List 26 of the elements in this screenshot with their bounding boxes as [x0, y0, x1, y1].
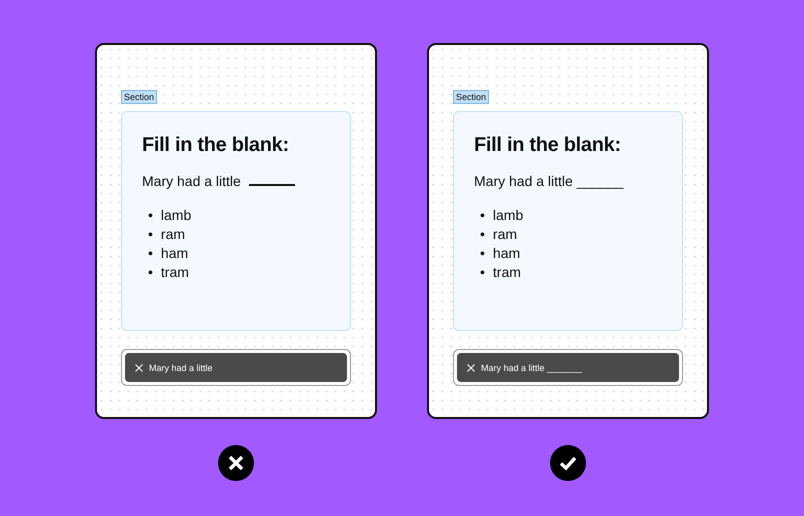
option-text: ram: [160, 225, 186, 244]
toast-text: Mary had a little _______: [481, 362, 582, 372]
close-icon[interactable]: [467, 364, 475, 372]
question-text: Mary had a little ______: [474, 173, 624, 189]
question-text: Mary had a little: [142, 173, 241, 189]
question-title: Fill in the blank:: [474, 134, 622, 157]
option-text: lamb: [492, 206, 524, 225]
bullet: •: [148, 244, 153, 263]
toast-text: Mary had a little: [149, 362, 213, 372]
bullet: •: [480, 263, 485, 282]
option-text: lamb: [160, 206, 192, 225]
option-text: tram: [160, 263, 189, 282]
close-icon[interactable]: [135, 364, 143, 372]
option-text: ram: [492, 225, 518, 244]
option-text: ham: [160, 244, 188, 263]
bullet: •: [148, 206, 153, 225]
question-title: Fill in the blank:: [142, 134, 290, 157]
section-label: Section: [453, 90, 490, 104]
bullet: •: [148, 225, 153, 244]
bullet: •: [148, 263, 153, 282]
bullet: •: [480, 206, 485, 225]
section-label: Section: [121, 90, 158, 104]
bullet: •: [480, 244, 485, 263]
bullet: •: [480, 225, 485, 244]
option-text: ham: [492, 244, 520, 263]
option-text: tram: [492, 263, 521, 282]
